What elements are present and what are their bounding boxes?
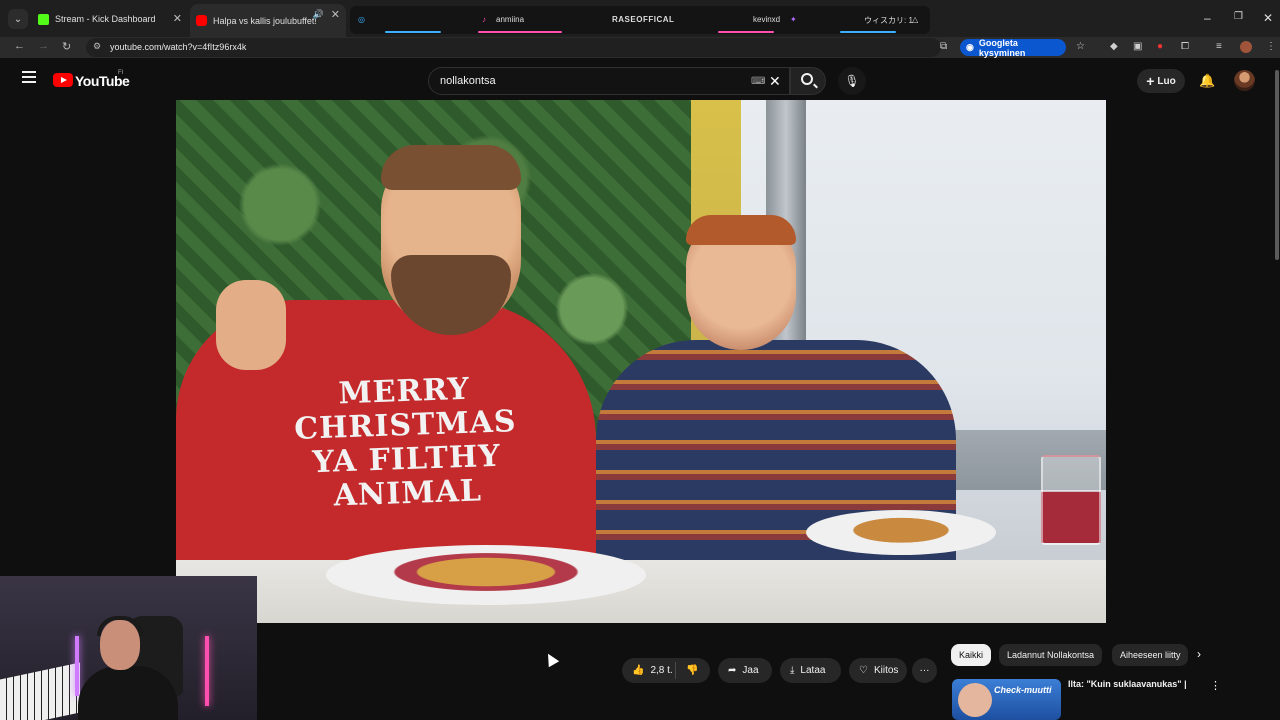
microphone-icon: 🎙: [844, 74, 860, 88]
browser-menu-icon[interactable]: ⋮: [1266, 41, 1276, 52]
extension-diamond-icon[interactable]: ◆: [1110, 41, 1118, 52]
thanks-button[interactable]: ♡ Kiitos: [849, 658, 907, 683]
search-icon: [801, 73, 813, 85]
tab-group-label: ウィスカリ: 1: [864, 16, 913, 25]
youtube-favicon-icon: [196, 15, 207, 26]
thanks-label: Kiitos: [873, 665, 899, 676]
tab-close-icon[interactable]: ✕: [173, 12, 182, 25]
browser-tab-strip: ⌄ Stream - Kick Dashboard ✕ Halpa vs kal…: [0, 0, 1280, 37]
download-button[interactable]: ⤓ Lataa: [780, 658, 841, 683]
notifications-bell-icon[interactable]: 🔔: [1199, 73, 1215, 89]
tab-title: Stream - Kick Dashboard: [55, 14, 156, 24]
browser-tab-kick[interactable]: Stream - Kick Dashboard ✕: [32, 8, 188, 30]
close-window-icon[interactable]: ✕: [1263, 11, 1273, 25]
video-plate: [806, 510, 996, 555]
tab-group-indicator: [718, 31, 774, 33]
kick-favicon-icon: [38, 13, 49, 25]
search-button[interactable]: [790, 67, 826, 95]
tab-title: Halpa vs kallis joulubuffet!: [213, 15, 317, 26]
media-control-icon[interactable]: ≡: [1216, 41, 1222, 52]
minimize-icon[interactable]: –: [1204, 11, 1211, 25]
chip-all[interactable]: Kaikki: [951, 644, 992, 666]
recommendation-title[interactable]: Ilta: "Kuin suklaavanukas" |: [1068, 679, 1187, 689]
thanks-icon: ♡: [859, 665, 868, 676]
webcam-overlay: [0, 576, 257, 720]
address-bar-row: ← → ↻ ⚙ youtube.com/watch?v=4fItz96rx4k …: [0, 37, 1280, 58]
like-count: 2,8 t.: [650, 665, 673, 676]
chip-related[interactable]: Aiheeseen liitty: [1112, 644, 1188, 666]
like-icon[interactable]: 👍: [632, 665, 644, 676]
tab-group-item-icon: ♪: [482, 15, 486, 24]
tab-close-icon[interactable]: ✕: [331, 8, 340, 21]
tab-search-icon[interactable]: ⌄: [8, 9, 28, 29]
region-code: FI: [118, 70, 124, 76]
chip-uploaded-by[interactable]: Ladannut Nollakontsa: [999, 644, 1103, 666]
like-dislike-group[interactable]: 👍 2,8 t. 👎: [622, 658, 710, 683]
menu-icon[interactable]: [22, 71, 36, 83]
youtube-header: YouTube FI nollakontsa ⌨ ✕ 🎙 + Luo 🔔: [0, 58, 1280, 100]
more-icon: ···: [919, 665, 930, 676]
url-text: youtube.com/watch?v=4fItz96rx4k: [110, 42, 247, 52]
url-bar[interactable]: ⚙ youtube.com/watch?v=4fItz96rx4k: [86, 38, 941, 57]
more-actions-button[interactable]: ···: [912, 658, 937, 683]
mouse-cursor-icon: [542, 650, 560, 668]
tab-group-indicator: [840, 31, 896, 33]
search-input[interactable]: nollakontsa ⌨ ✕: [428, 67, 790, 95]
audio-playing-icon[interactable]: 🔊: [313, 9, 324, 20]
google-chip-label: Googleta kysyminen: [978, 37, 1026, 58]
dislike-icon[interactable]: 👎: [686, 665, 698, 676]
tab-group-icon: ◎: [358, 15, 365, 24]
lens-icon: ◉: [966, 42, 974, 52]
scrollbar-thumb[interactable]: [1275, 70, 1279, 260]
create-button[interactable]: + Luo: [1137, 69, 1185, 93]
divider: [675, 662, 676, 679]
star-icon: ✦: [790, 15, 797, 24]
sweater-text: MERRY CHRISTMAS YA FILTHY ANIMAL: [293, 371, 518, 514]
voice-search-button[interactable]: 🎙: [838, 67, 866, 95]
chevron-right-icon[interactable]: ›: [1197, 647, 1201, 661]
browser-tab-youtube[interactable]: Halpa vs kallis joulubuffet! 🔊 ✕: [190, 4, 346, 37]
extensions-puzzle-icon[interactable]: ⧠: [1181, 41, 1189, 52]
share-icon: ➦: [728, 665, 737, 676]
tab-group-label: kevinxd: [753, 15, 781, 24]
youtube-logo-icon[interactable]: [53, 73, 73, 87]
search-query: nollakontsa: [440, 75, 496, 87]
create-label: Luo: [1157, 75, 1176, 87]
plus-icon: +: [1146, 73, 1155, 89]
site-info-icon[interactable]: ⚙: [93, 41, 101, 52]
video-person-left: MERRY CHRISTMAS YA FILTHY ANIMAL: [176, 130, 596, 600]
google-lens-chip[interactable]: ◉ Googleta kysyminen: [960, 37, 1066, 58]
forward-icon[interactable]: →: [38, 40, 49, 52]
extension-red-icon[interactable]: ●: [1157, 41, 1163, 52]
share-label: Jaa: [742, 665, 759, 676]
clear-search-icon[interactable]: ✕: [769, 73, 781, 90]
extension-box-icon[interactable]: ▣: [1133, 41, 1142, 52]
profile-avatar[interactable]: [1240, 41, 1252, 53]
keyboard-icon[interactable]: ⌨: [751, 76, 765, 87]
tab-group-indicator: [385, 31, 441, 33]
download-label: Lataa: [800, 665, 826, 676]
tab-group-label: RASEOFFICAL: [612, 15, 675, 24]
back-icon[interactable]: ←: [14, 40, 25, 52]
recommendation-menu-icon[interactable]: ⋮: [1210, 679, 1221, 692]
account-avatar[interactable]: [1234, 70, 1255, 91]
video-player[interactable]: MERRY CHRISTMAS YA FILTHY ANIMAL: [176, 100, 1106, 623]
tab-group-indicator: [478, 31, 562, 33]
download-icon: ⤓: [790, 665, 795, 676]
tab-group[interactable]: ◎ ♪ anmiina RASEOFFICAL kevinxd ✦ ウィスカリ:…: [350, 6, 930, 34]
recommendation-thumbnail[interactable]: Check-muutti: [952, 679, 1061, 720]
video-plate: [326, 545, 646, 605]
thumbnail-text: Check-muutti: [994, 685, 1052, 695]
share-button[interactable]: ➦ Jaa: [718, 658, 772, 683]
restore-icon[interactable]: ❐: [1234, 11, 1243, 22]
bookmark-star-icon[interactable]: ☆: [1076, 41, 1085, 52]
tab-group-label: anmiina: [496, 15, 525, 24]
triangle-icon: △: [912, 15, 919, 24]
reload-icon[interactable]: ↻: [62, 40, 71, 53]
cast-icon[interactable]: ⧉: [940, 41, 947, 52]
video-glass: [1041, 455, 1101, 545]
